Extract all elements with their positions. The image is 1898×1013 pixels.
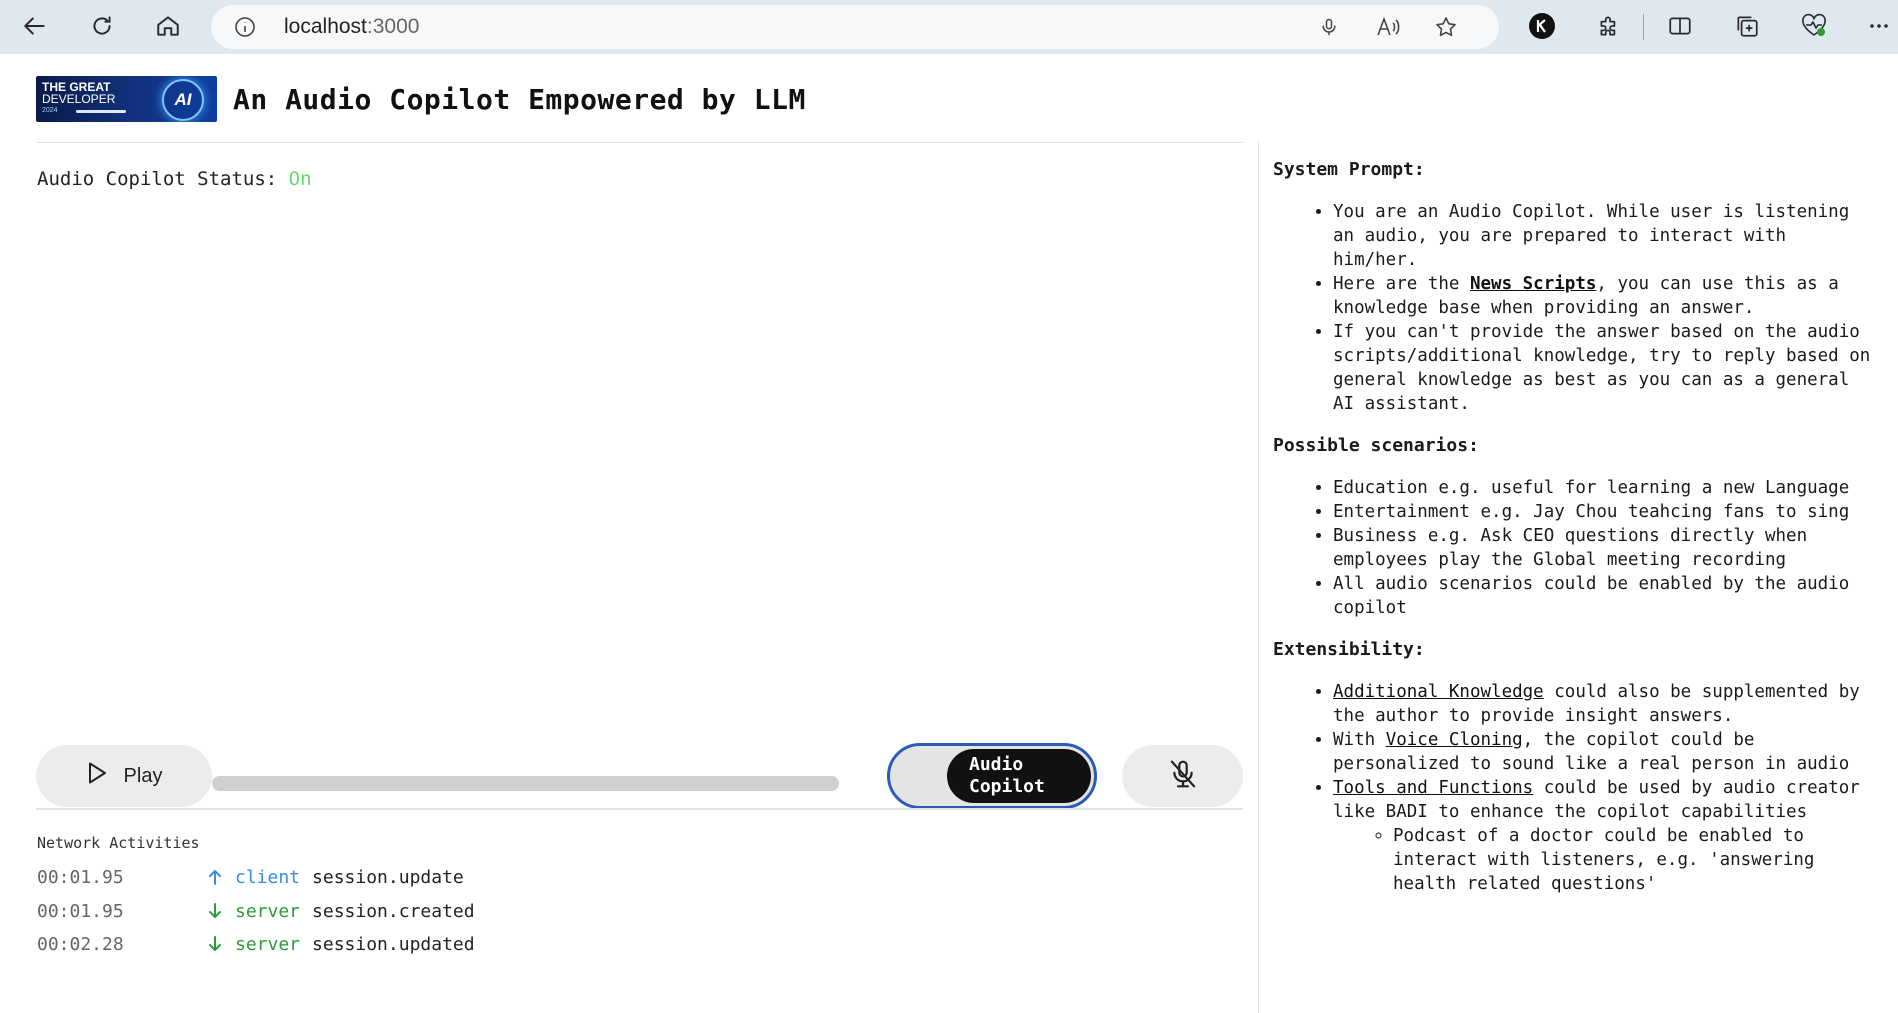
- list-item: Podcast of a doctor could be enabled to …: [1393, 824, 1873, 896]
- additional-knowledge-link[interactable]: Additional Knowledge: [1333, 682, 1544, 702]
- arrow-down-icon: [207, 902, 235, 920]
- status-value: On: [288, 168, 312, 190]
- read-aloud-icon[interactable]: [1375, 14, 1401, 40]
- play-label: Play: [123, 764, 163, 787]
- toolbar-divider: [1643, 14, 1644, 40]
- panel-divider: [1258, 142, 1259, 1013]
- logo-line2: DEVELOPER: [42, 92, 116, 106]
- list-item: All audio scenarios could be enabled by …: [1333, 572, 1873, 620]
- network-event: session.update: [312, 866, 464, 888]
- collections-icon[interactable]: [1730, 9, 1764, 43]
- network-title: Network Activities: [37, 834, 200, 852]
- extensibility-list: Additional Knowledge could also be suppl…: [1273, 680, 1873, 896]
- list-item: Entertainment e.g. Jay Chou teahcing fan…: [1333, 500, 1873, 524]
- refresh-icon[interactable]: [85, 9, 119, 43]
- heart-pulse-icon[interactable]: [1797, 9, 1831, 43]
- network-source: server: [235, 900, 301, 922]
- app-page: THE GREAT DEVELOPER 2024 AI An Audio Cop…: [0, 54, 1898, 1013]
- logo-bar: [76, 110, 126, 113]
- list-item: Tools and Functions could be used by aud…: [1333, 776, 1873, 896]
- audio-progress-bar[interactable]: [212, 776, 839, 791]
- mic-button[interactable]: [1122, 745, 1243, 807]
- list-item: Here are the News Scripts, you can use t…: [1333, 272, 1873, 320]
- logo-year: 2024: [42, 107, 58, 114]
- network-event: session.updated: [312, 933, 475, 955]
- star-icon[interactable]: [1433, 14, 1459, 40]
- network-source: client: [235, 866, 301, 888]
- extensibility-sublist: Podcast of a doctor could be enabled to …: [1333, 824, 1873, 896]
- info-icon[interactable]: [233, 15, 257, 43]
- k-profile-icon[interactable]: [1525, 9, 1559, 43]
- arrow-down-icon: [207, 935, 235, 953]
- toggle-label-line2: Copilot: [969, 776, 1045, 797]
- network-source: server: [235, 933, 301, 955]
- scenarios-heading: Possible scenarios:: [1273, 435, 1479, 456]
- extensibility-heading: Extensibility:: [1273, 639, 1425, 660]
- url-text[interactable]: localhost:3000: [284, 15, 419, 39]
- list-item: If you can't provide the answer based on…: [1333, 320, 1873, 416]
- voice-cloning-link[interactable]: Voice Cloning: [1386, 730, 1523, 750]
- arrow-up-icon: [207, 868, 235, 886]
- microphone-icon[interactable]: [1316, 14, 1342, 40]
- list-item: Additional Knowledge could also be suppl…: [1333, 680, 1873, 728]
- network-time: 00:01.95: [37, 866, 124, 888]
- system-prompt-list: You are an Audio Copilot. While user is …: [1273, 200, 1873, 416]
- status-label: Audio Copilot Status:: [37, 168, 278, 190]
- puzzle-icon[interactable]: [1592, 9, 1626, 43]
- scenarios-list: Education e.g. useful for learning a new…: [1273, 476, 1873, 620]
- news-scripts-link[interactable]: News Scripts: [1470, 274, 1596, 294]
- info-panel: System Prompt: You are an Audio Copilot.…: [1273, 158, 1873, 914]
- system-prompt-heading: System Prompt:: [1273, 159, 1425, 180]
- network-time: 00:01.95: [37, 900, 124, 922]
- header-divider: [36, 142, 1243, 143]
- page-title: An Audio Copilot Empowered by LLM: [233, 82, 806, 116]
- address-bar[interactable]: localhost:3000: [211, 5, 1499, 49]
- event-logo: THE GREAT DEVELOPER 2024 AI: [36, 76, 217, 122]
- network-event: session.created: [312, 900, 475, 922]
- split-screen-icon[interactable]: [1663, 9, 1697, 43]
- network-row[interactable]: 00:01.95 server session.created: [37, 899, 475, 923]
- network-row[interactable]: 00:02.28 server session.updated: [37, 932, 475, 956]
- copilot-status: Audio Copilot Status: On: [37, 168, 312, 190]
- logo-ai-badge: AI: [162, 79, 204, 121]
- play-button[interactable]: Play: [36, 745, 212, 807]
- app-header: THE GREAT DEVELOPER 2024 AI An Audio Cop…: [36, 76, 806, 122]
- tools-functions-link[interactable]: Tools and Functions: [1333, 778, 1533, 798]
- list-item: Business e.g. Ask CEO questions directly…: [1333, 524, 1873, 572]
- toggle-knob: Audio Copilot: [947, 749, 1091, 803]
- list-item: You are an Audio Copilot. While user is …: [1333, 200, 1873, 272]
- browser-toolbar: localhost:3000: [0, 0, 1898, 54]
- more-dots-icon[interactable]: [1862, 9, 1896, 43]
- network-time: 00:02.28: [37, 933, 124, 955]
- back-arrow-icon[interactable]: [18, 9, 52, 43]
- network-row[interactable]: 00:01.95 client session.update: [37, 865, 464, 889]
- home-icon[interactable]: [151, 9, 185, 43]
- audio-copilot-toggle[interactable]: Audio Copilot: [887, 743, 1097, 809]
- mic-off-icon: [1168, 758, 1198, 794]
- list-item: Education e.g. useful for learning a new…: [1333, 476, 1873, 500]
- play-icon: [86, 761, 108, 791]
- controls-divider: [36, 808, 1243, 810]
- toggle-label-line1: Audio: [969, 754, 1024, 775]
- list-item: With Voice Cloning, the copilot could be…: [1333, 728, 1873, 776]
